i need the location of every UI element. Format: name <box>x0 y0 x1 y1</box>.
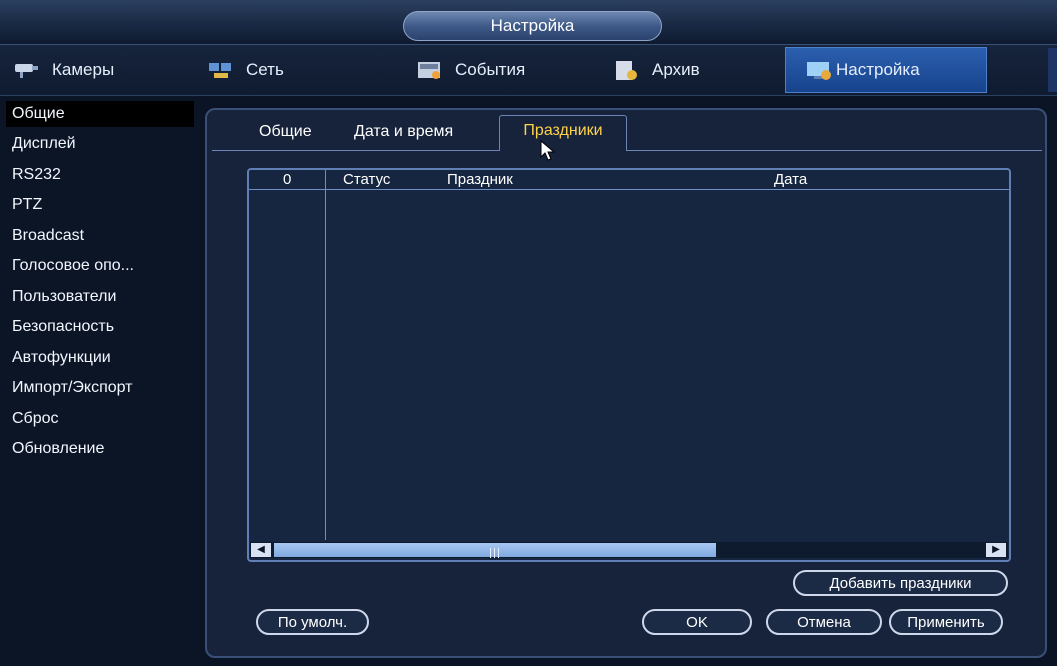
add-holidays-button[interactable]: Добавить праздники <box>793 570 1008 596</box>
sidebar-item-autofunctions[interactable]: Автофункции <box>6 345 194 371</box>
sidebar-item-ptz[interactable]: PTZ <box>6 192 194 218</box>
scroll-left-icon[interactable]: ◀ <box>251 543 271 557</box>
table-header-divider <box>249 189 1009 190</box>
column-header-date[interactable]: Дата <box>774 171 807 189</box>
sidebar-item-general[interactable]: Общие <box>6 101 194 127</box>
tab-cameras-label: Камеры <box>52 60 115 79</box>
settings-icon <box>804 58 834 82</box>
default-button[interactable]: По умолч. <box>256 609 369 635</box>
cancel-button[interactable]: Отмена <box>766 609 882 635</box>
sidebar-item-security[interactable]: Безопасность <box>6 314 194 340</box>
sidebar-item-broadcast[interactable]: Broadcast <box>6 223 194 249</box>
ok-button[interactable]: OK <box>642 609 752 635</box>
tab-network-label: Сеть <box>246 60 284 79</box>
tab-cameras[interactable]: Камеры <box>12 46 114 94</box>
tab-events-label: События <box>455 60 526 79</box>
sidebar-item-display[interactable]: Дисплей <box>6 131 194 157</box>
sidebar-item-rs232[interactable]: RS232 <box>6 162 194 188</box>
table-column-divider <box>325 170 326 540</box>
sidebar-item-update[interactable]: Обновление <box>6 436 194 462</box>
mouse-cursor-icon <box>540 139 558 167</box>
tab-events[interactable]: События <box>415 46 525 94</box>
window-title: Настройка <box>403 11 662 41</box>
sidebar-item-users[interactable]: Пользователи <box>6 284 194 310</box>
top-tabs-edge <box>1048 48 1057 92</box>
column-header-index[interactable]: 0 <box>283 171 291 189</box>
tab-archive[interactable]: Архив <box>612 46 700 94</box>
events-icon <box>415 58 445 82</box>
tab-network[interactable]: Сеть <box>206 46 284 94</box>
tab-archive-label: Архив <box>652 60 700 79</box>
subtab-divider <box>212 150 1042 151</box>
apply-button[interactable]: Применить <box>889 609 1003 635</box>
column-header-status[interactable]: Статус <box>343 171 390 189</box>
camera-icon <box>12 58 42 82</box>
column-header-holiday[interactable]: Праздник <box>447 171 513 189</box>
sidebar-item-voice[interactable]: Голосовое опо... <box>6 253 194 279</box>
subtab-date-time[interactable]: Дата и время <box>354 117 453 147</box>
subtab-holidays[interactable]: Праздники <box>499 115 627 151</box>
network-icon <box>206 58 236 82</box>
sidebar-item-import-export[interactable]: Импорт/Экспорт <box>6 375 194 401</box>
scroll-grip-icon <box>488 545 502 558</box>
tab-settings-active[interactable]: Настройка <box>785 47 987 93</box>
scroll-right-icon[interactable]: ▶ <box>986 543 1006 557</box>
archive-icon <box>612 58 642 82</box>
sidebar-item-reset[interactable]: Сброс <box>6 406 194 432</box>
subtab-general[interactable]: Общие <box>259 117 312 147</box>
tab-settings-label: Настройка <box>836 60 920 79</box>
holidays-table[interactable] <box>247 168 1011 562</box>
